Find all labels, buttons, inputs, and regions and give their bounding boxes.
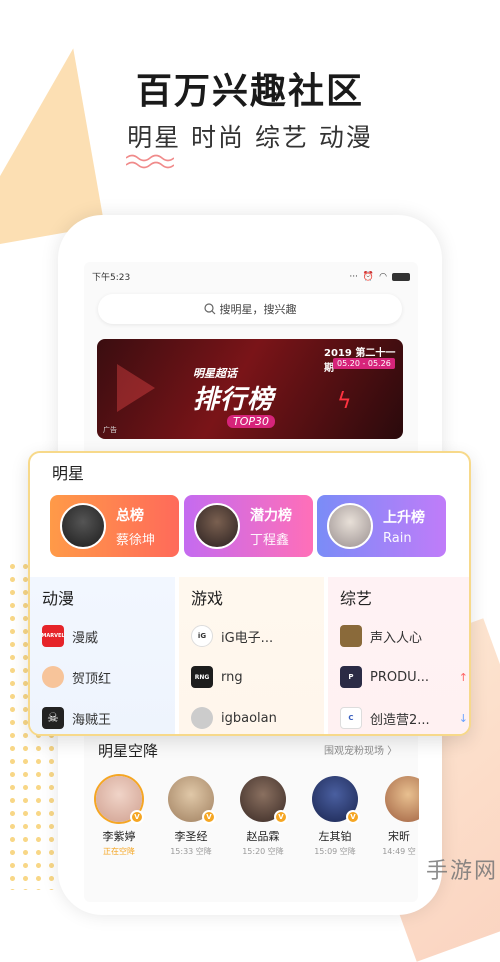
star-name: 左其铂	[318, 830, 352, 843]
list-item[interactable]: C 创造营2... ↓	[340, 707, 468, 729]
verified-icon: V	[346, 810, 360, 824]
column-title: 综艺	[340, 589, 373, 608]
cartoon-face-icon	[42, 666, 64, 688]
produce-logo-icon: P	[340, 666, 362, 688]
list-item[interactable]: 贺顶红	[42, 666, 170, 688]
star-drop-item[interactable]: V 李紫婷 正在空降	[91, 776, 147, 857]
rank-total[interactable]: 总榜 蔡徐坤	[50, 495, 179, 557]
avatar-icon	[191, 707, 213, 729]
trend-up-icon: ↑	[458, 670, 468, 684]
skull-icon: ☠	[42, 707, 64, 729]
alarm-icon: ⏰	[362, 271, 375, 282]
list-item[interactable]: igbaolan	[191, 707, 319, 729]
watch-fans-link[interactable]: 围观宠粉现场 〉	[324, 742, 397, 757]
avatar: V	[312, 776, 360, 824]
card-title: 明星	[52, 464, 85, 483]
rank-rising[interactable]: 上升榜 Rain	[317, 495, 446, 557]
star-drop-item[interactable]: V 左其铂 15:09 空降	[307, 776, 363, 857]
subline: 明星 时尚 综艺 动漫	[127, 123, 373, 152]
rank-name: 蔡徐坤	[116, 532, 156, 548]
rank-name: 丁程鑫	[250, 532, 290, 548]
avatar	[194, 503, 240, 549]
stars-card: 明星 总榜 蔡徐坤 潜力榜 丁程鑫 上升榜 Rain 动漫 MARVEL 漫威 …	[28, 451, 471, 736]
star-name: 赵品霖	[246, 830, 280, 843]
ig-logo-icon: iG	[191, 625, 213, 647]
headline: 百万兴趣社区	[135, 71, 364, 112]
avatar	[60, 503, 106, 549]
trend-down-icon: ↓	[458, 711, 468, 725]
item-label: 声入人心	[370, 630, 423, 646]
drop-time: 正在空降	[103, 847, 135, 856]
search-input[interactable]: 搜明星，搜兴趣	[98, 294, 402, 324]
rank-potential[interactable]: 潜力榜 丁程鑫	[184, 495, 313, 557]
list-item[interactable]: RNG rng	[191, 666, 319, 688]
drop-time: 15:33 空降	[170, 847, 212, 856]
column-games: 游戏 iG iG电子... RNG rng igbaolan	[179, 577, 324, 734]
banner-date: 05.20 - 05.26	[333, 358, 395, 369]
avatar	[327, 503, 373, 549]
wifi-icon: ◠	[379, 271, 387, 282]
list-item[interactable]: MARVEL 漫威	[41, 625, 170, 647]
avatar: V	[240, 776, 288, 824]
lightning-icon: ϟ	[337, 389, 352, 414]
item-label: 贺顶红	[72, 671, 112, 687]
verified-icon: V	[274, 810, 288, 824]
list-item[interactable]: iG iG电子...	[191, 625, 319, 647]
rank-label: 潜力榜	[250, 507, 292, 524]
verified-icon: V	[202, 810, 216, 824]
list-item[interactable]: 声入人心	[340, 625, 468, 647]
column-title: 动漫	[42, 589, 75, 608]
avatar: V	[168, 776, 216, 824]
column-anime: 动漫 MARVEL 漫威 贺顶红 ☠ 海贼王	[30, 577, 175, 734]
drop-time: 15:20 空降	[242, 847, 284, 856]
item-label: rng	[221, 669, 243, 685]
star-drop-item[interactable]: V 李圣经 15:33 空降	[163, 776, 219, 857]
item-label: iG电子...	[221, 630, 274, 646]
banner-top-label: TOP30	[227, 415, 276, 428]
item-label: 海贼王	[72, 712, 112, 728]
item-label: igbaolan	[221, 710, 277, 726]
verified-icon: V	[130, 810, 144, 824]
list-item[interactable]: P PRODU... ↑	[340, 666, 468, 688]
search-placeholder: 搜明星，搜兴趣	[219, 303, 297, 316]
status-bar: 下午5:23 ··· ⏰ ◠	[92, 270, 410, 283]
drop-time: 14:49 空	[382, 847, 416, 856]
star-name: 李紫婷	[102, 830, 136, 843]
item-label: PRODU...	[370, 669, 430, 685]
chuang-logo-icon: C	[340, 707, 362, 729]
star-name: 李圣经	[174, 830, 208, 843]
rank-label: 总榜	[116, 507, 144, 524]
marvel-icon: MARVEL	[41, 625, 65, 647]
rng-logo-icon: RNG	[191, 666, 213, 688]
item-label: 漫威	[72, 630, 99, 646]
star-drop-item[interactable]: V 赵品霖 15:20 空降	[235, 776, 291, 857]
ad-label: 广告	[103, 426, 117, 434]
battery-icon	[392, 272, 410, 281]
avatar: V	[96, 776, 144, 824]
avatar	[385, 776, 419, 822]
rank-name: Rain	[383, 530, 412, 546]
section-title-star-drop: 明星空降	[98, 742, 159, 760]
status-time: 下午5:23	[92, 273, 131, 283]
ranking-banner[interactable]: 2019 第二十一期 05.20 - 05.26 明星超话 排行榜 TOP30 …	[97, 339, 403, 439]
list-item[interactable]: ☠ 海贼王	[42, 707, 170, 729]
show-poster-icon	[340, 625, 362, 647]
column-title: 游戏	[191, 589, 224, 608]
item-label: 创造营2...	[370, 712, 430, 728]
search-icon	[203, 303, 215, 315]
rank-label: 上升榜	[383, 509, 425, 526]
column-variety: 综艺 声入人心 P PRODU... ↑ C 创造营2... ↓	[328, 577, 469, 734]
star-drop-item[interactable]: 宋昕 14:49 空	[379, 776, 419, 857]
banner-title: 排行榜	[193, 385, 275, 415]
watermark: 手游网	[425, 859, 498, 884]
more-icon: ···	[349, 271, 358, 282]
drop-time: 15:09 空降	[314, 847, 356, 856]
play-icon	[117, 364, 155, 412]
wave-decoration	[126, 154, 174, 169]
star-name: 宋昕	[388, 830, 410, 843]
